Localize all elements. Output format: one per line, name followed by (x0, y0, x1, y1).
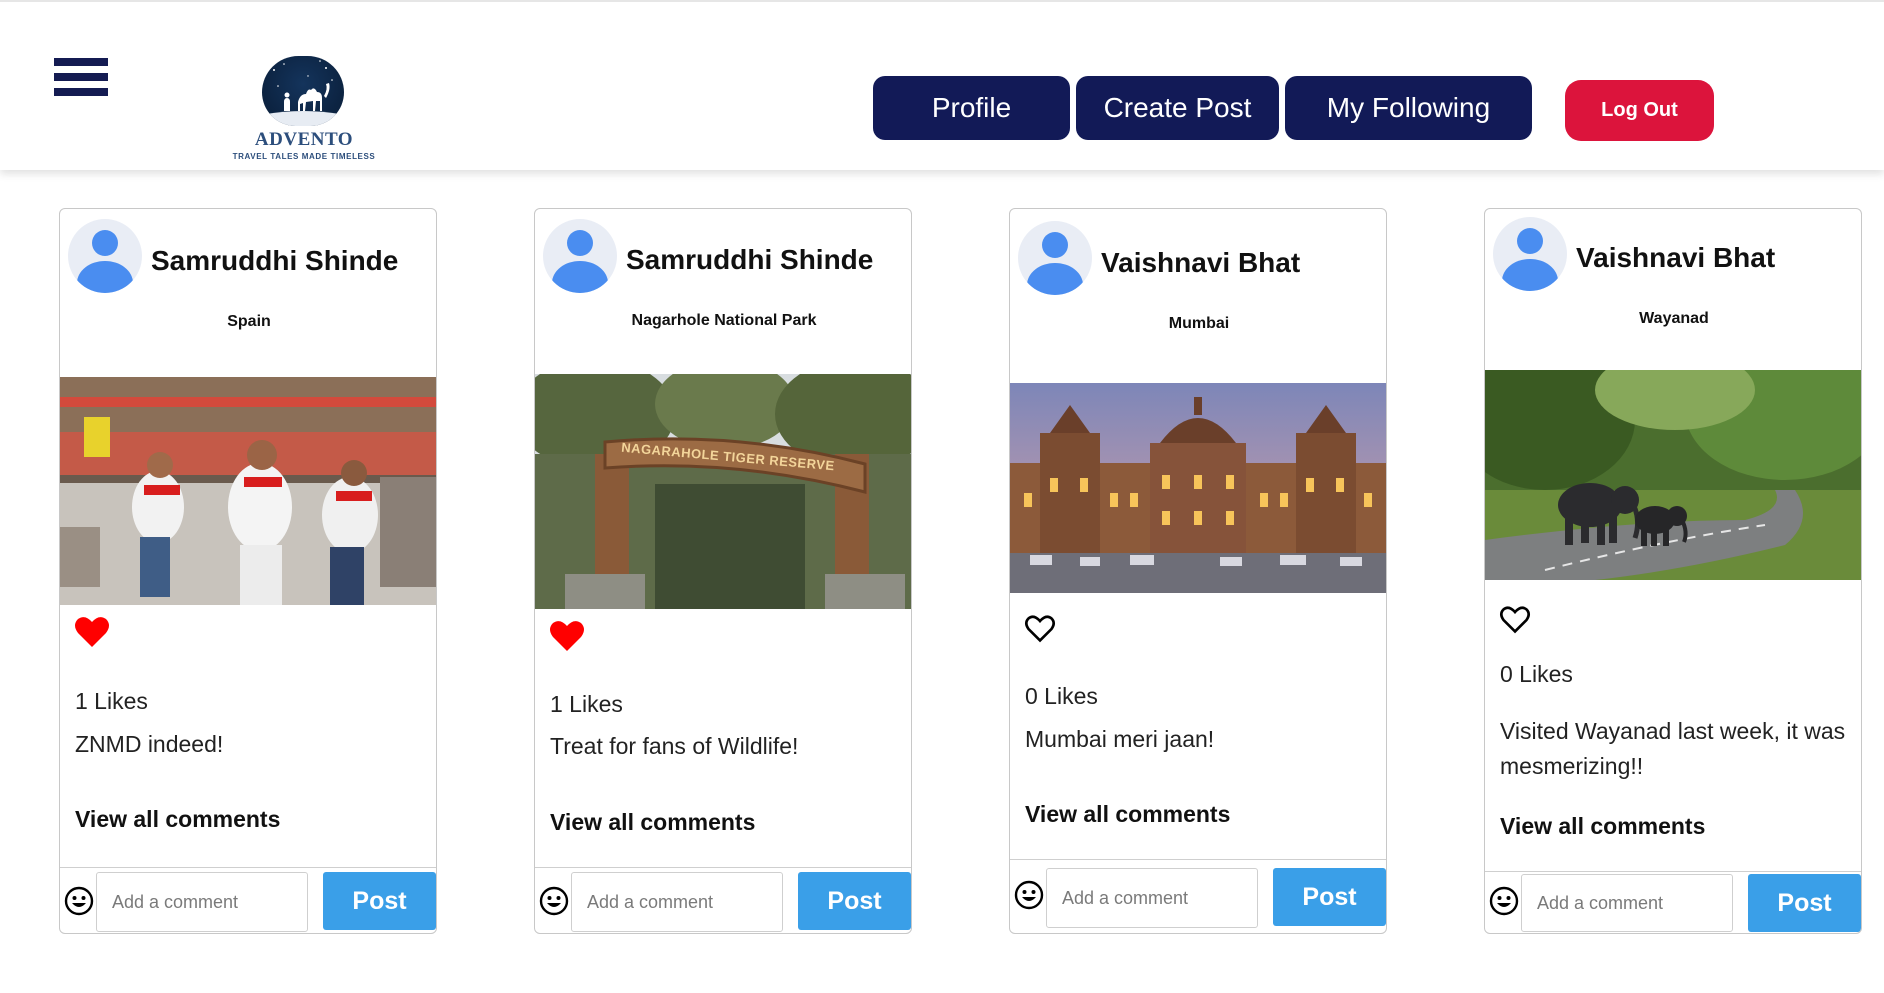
post-caption: ZNMD indeed! (75, 731, 224, 757)
view-all-comments-link[interactable]: View all comments (550, 809, 755, 836)
top-navbar: ADVENTO TRAVEL TALES MADE TIMELESS Profi… (0, 0, 1884, 170)
post-location: Wayanad (1639, 310, 1709, 327)
comment-input[interactable] (96, 872, 308, 932)
comment-bar: Post (535, 867, 911, 933)
avatar[interactable] (1493, 217, 1567, 291)
post-comment-button[interactable]: Post (323, 872, 436, 930)
likes-count: 1 Likes (550, 691, 623, 717)
post-image (1010, 383, 1386, 593)
heart-liked-icon[interactable] (74, 615, 110, 649)
post-caption: Visited Wayanad last week, it was mesmer… (1500, 718, 1846, 779)
emoji-icon[interactable] (539, 886, 569, 916)
hamburger-menu-icon[interactable] (54, 58, 108, 104)
comment-input[interactable] (1046, 868, 1258, 928)
heart-outline-icon[interactable] (1024, 614, 1056, 644)
post-location: Spain (227, 313, 271, 330)
post-username[interactable]: Vaishnavi Bhat (1101, 247, 1300, 279)
avatar[interactable] (1018, 221, 1092, 295)
emoji-icon[interactable] (1489, 886, 1519, 916)
likes-count: 1 Likes (75, 688, 148, 714)
likes-count: 0 Likes (1025, 683, 1098, 709)
heart-liked-icon[interactable] (549, 619, 585, 653)
comment-bar: Post (1485, 871, 1861, 933)
view-all-comments-link[interactable]: View all comments (75, 806, 280, 833)
emoji-icon[interactable] (1014, 880, 1044, 910)
post-card: Vaishnavi Bhat Mumbai 0 Likes Mumbai mer… (1009, 208, 1387, 934)
post-image (1485, 370, 1861, 580)
view-all-comments-link[interactable]: View all comments (1025, 801, 1230, 828)
avatar[interactable] (68, 219, 142, 293)
comment-input[interactable] (1521, 874, 1733, 932)
comment-input[interactable] (571, 872, 783, 932)
profile-button[interactable]: Profile (873, 76, 1070, 140)
likes-count: 0 Likes (1500, 661, 1573, 687)
logo-title: ADVENTO (254, 129, 354, 150)
post-username[interactable]: Samruddhi Shinde (151, 245, 398, 277)
logout-button[interactable]: Log Out (1565, 80, 1714, 141)
post-location: Nagarhole National Park (631, 312, 817, 329)
emoji-icon[interactable] (64, 886, 94, 916)
post-comment-button[interactable]: Post (1273, 868, 1386, 926)
post-location: Mumbai (1168, 315, 1230, 332)
logo-badge (262, 56, 344, 126)
heart-outline-icon[interactable] (1499, 605, 1531, 635)
post-card: Samruddhi Shinde Spain 1 Likes ZNMD inde… (59, 208, 437, 934)
create-post-button[interactable]: Create Post (1076, 76, 1279, 140)
post-card: Samruddhi Shinde Nagarhole National Park… (534, 208, 912, 934)
post-card: Vaishnavi Bhat Wayanad 0 Likes Visited W… (1484, 208, 1862, 934)
logo-tagline: TRAVEL TALES MADE TIMELESS (232, 152, 376, 161)
post-caption: Treat for fans of Wildlife! (550, 733, 799, 759)
comment-bar: Post (1010, 859, 1386, 933)
comment-bar: Post (60, 867, 436, 933)
post-image (60, 377, 436, 605)
advento-logo[interactable]: ADVENTO TRAVEL TALES MADE TIMELESS (224, 56, 384, 164)
post-comment-button[interactable]: Post (1748, 874, 1861, 932)
post-comment-button[interactable]: Post (798, 872, 911, 930)
post-image (535, 374, 911, 609)
post-username[interactable]: Vaishnavi Bhat (1576, 242, 1775, 274)
avatar[interactable] (543, 219, 617, 293)
my-following-button[interactable]: My Following (1285, 76, 1532, 140)
post-username[interactable]: Samruddhi Shinde (626, 244, 873, 276)
post-caption: Mumbai meri jaan! (1025, 726, 1215, 752)
view-all-comments-link[interactable]: View all comments (1500, 813, 1705, 840)
